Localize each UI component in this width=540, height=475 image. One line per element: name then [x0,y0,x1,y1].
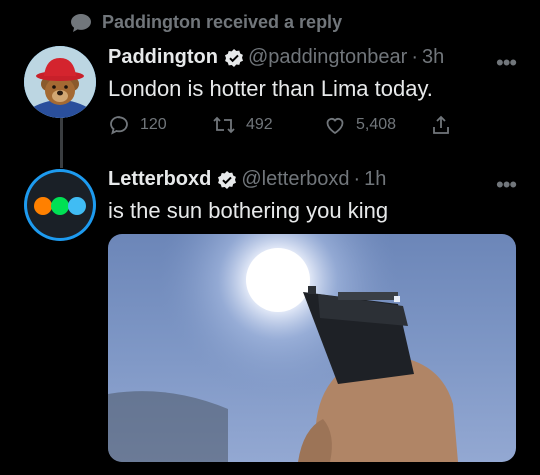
reply-icon [108,114,130,136]
tweet2-media-image[interactable] [108,234,516,462]
share-icon [430,114,452,136]
tweet1-timestamp[interactable]: 3h [422,46,444,69]
tweet2-handle[interactable]: @letterboxd [241,168,349,191]
tweet1-handle[interactable]: @paddingtonbear [248,46,407,69]
tweet1-text: London is hotter than Lima today. [108,76,433,101]
social-context: Paddington received a reply [71,12,343,33]
tweet2-more-icon[interactable]: ••• [496,172,517,198]
retweet-count: 492 [246,116,273,133]
logo-dot-orange [34,197,52,215]
logo-dot-green [51,197,69,215]
separator-dot: · [353,168,361,190]
context-text: Paddington received a reply [102,12,343,32]
tweet2-author-name[interactable]: Letterboxd [108,168,211,191]
verified-badge-icon [217,170,237,190]
logo-dot-blue [68,197,86,215]
reply-count: 120 [140,116,167,133]
heart-icon [324,114,346,136]
tweet1-author-name[interactable]: Paddington [108,46,218,69]
retweet-icon [212,114,236,136]
tweet2-timestamp[interactable]: 1h [364,168,386,191]
like-count: 5,408 [356,116,397,133]
separator-dot: · [411,46,418,68]
tweet1-more-icon[interactable]: ••• [496,50,517,76]
verified-badge-icon [224,48,244,68]
avatar-letterboxd[interactable] [24,169,96,241]
tweet2-header: Letterboxd @letterboxd · 1h [108,168,386,191]
speech-bubble-icon [70,13,92,33]
tweet1-header: Paddington @paddingtonbear · 3h [108,46,444,69]
avatar-paddington[interactable] [24,46,96,118]
retweet-button[interactable]: 492 [212,114,273,136]
share-button[interactable] [430,114,452,141]
reply-button[interactable]: 120 [108,114,167,136]
tweet2-text: is the sun bothering you king [108,198,389,223]
like-button[interactable]: 5,408 [324,114,396,136]
